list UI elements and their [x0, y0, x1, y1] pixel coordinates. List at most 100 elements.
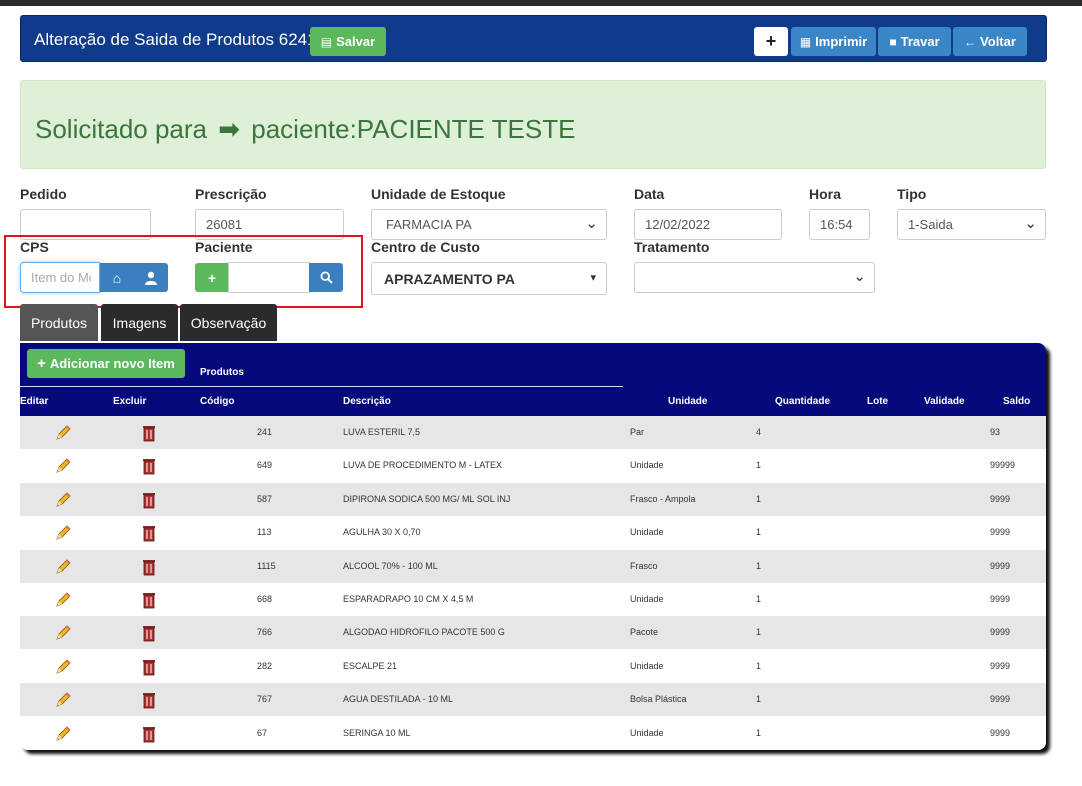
cell-unidade: Frasco - Ampola [630, 493, 696, 504]
patient-alert: Solicitado para ➡ paciente:PACIENTE TEST… [20, 80, 1046, 169]
col-saldo: Saldo [1003, 396, 1031, 407]
table-header: + Adicionar novo Item Produtos Editar Ex… [20, 343, 1046, 416]
pencil-icon [56, 492, 71, 507]
cell-quantidade: 1 [756, 493, 762, 504]
table-row: 767 AGUA DESTILADA - 10 ML Bolsa Plástica 1… [20, 683, 1046, 717]
cell-saldo: 9999 [990, 660, 1011, 671]
add-item-label: Adicionar novo Item [49, 356, 175, 371]
cps-label: CPS [20, 239, 49, 255]
cell-descricao: LUVA DE PROCEDIMENTO M - LATEX [343, 460, 503, 471]
add-patient-button[interactable]: + [195, 263, 229, 292]
date-input[interactable]: 12/02/2022 [634, 209, 782, 240]
cell-unidade: Bolsa Plástica [630, 694, 687, 705]
trash-icon [143, 593, 155, 609]
cell-unidade: Pacote [630, 627, 659, 638]
tratamento-select[interactable] [634, 262, 875, 293]
pencil-icon [56, 592, 71, 607]
back-button-label: Voltar [980, 34, 1016, 49]
arrow-left-icon: ← [964, 34, 977, 49]
cps-placeholder: Item do Mo [31, 270, 91, 285]
cell-descricao: SERINGA 10 ML [343, 727, 411, 738]
tipo-value: 1-Saida [908, 217, 953, 232]
cell-saldo: 9999 [990, 493, 1011, 504]
tipo-label: Tipo [897, 186, 927, 202]
plus-icon: + [765, 31, 777, 51]
pedido-label: Pedido [20, 186, 67, 202]
pencil-icon [56, 659, 71, 674]
browser-top-bar [0, 0, 1082, 6]
cell-quantidade: 1 [756, 594, 762, 604]
col-unidade: Unidade [668, 396, 708, 407]
cell-saldo: 9999 [990, 694, 1011, 705]
products-section-title: Produtos [200, 367, 244, 378]
table-row: 668 ESPARADRAPO 10 CM X 4,5 M Unidade 1 9999 [20, 583, 1046, 616]
cell-quantidade: 1 [756, 660, 762, 671]
table-row: 282 ESCALPE 21 Unidade 1 9999 [20, 649, 1046, 683]
lock-button-label: Travar [900, 34, 940, 49]
table-row: 113 AGULHA 30 X 0,70 Unidade 1 9999 [20, 516, 1046, 550]
printer-icon: ▦ [799, 34, 812, 49]
back-button[interactable]: ← Voltar [953, 27, 1027, 56]
centro-custo-select[interactable]: APRAZAMENTO PA [371, 262, 607, 295]
paciente-input[interactable] [228, 262, 310, 293]
cell-descricao: AGULHA 30 X 0,70 [343, 527, 421, 538]
centro-custo-value: APRAZAMENTO PA [384, 270, 515, 287]
alert-message: Solicitado para ➡ paciente:PACIENTE TEST… [35, 114, 575, 145]
cell-quantidade: 4 [756, 427, 762, 437]
unidade-estoque-select[interactable]: FARMACIA PA [371, 209, 607, 240]
paciente-label: Paciente [195, 239, 253, 255]
cell-unidade: Par [630, 427, 645, 437]
save-icon: ▤ [320, 34, 333, 49]
table-row: 587 DIPIRONA SODICA 500 MG/ ML SOL INJ Fra… [20, 482, 1046, 516]
cell-quantidade: 1 [756, 527, 762, 538]
cell-saldo: 9999 [990, 627, 1011, 638]
cell-descricao: ESCALPE 21 [343, 660, 398, 671]
cell-descricao: LUVA ESTERIL 7,5 [343, 427, 421, 437]
pencil-icon [56, 525, 71, 540]
col-codigo: Código [200, 396, 235, 407]
search-icon [319, 271, 333, 284]
pencil-icon [56, 726, 71, 741]
tab-observacao[interactable]: Observação [180, 304, 277, 341]
cell-descricao: ESPARADRAPO 10 CM X 4,5 M [343, 594, 474, 604]
alert-prefix: Solicitado para [35, 114, 207, 144]
tipo-select[interactable]: 1-Saida [897, 209, 1046, 240]
save-button-label: Salvar [336, 34, 376, 49]
products-panel: + Adicionar novo Item Produtos Editar Ex… [20, 343, 1046, 750]
table-row: 1115 ALCOOL 70% - 100 ML Frasco 1 9999 [20, 549, 1046, 583]
arrow-right-icon: ➡ [218, 114, 241, 144]
lock-button[interactable]: ■ Travar [878, 27, 951, 56]
user-button[interactable] [134, 263, 168, 292]
trash-icon [143, 559, 155, 575]
cell-descricao: ALGODAO HIDROFILO PACOTE 500 G [343, 627, 505, 638]
unidade-estoque-value: FARMACIA PA [386, 217, 472, 232]
print-button[interactable]: ▦ Imprimir [791, 27, 876, 56]
trash-icon [143, 426, 155, 442]
cell-unidade: Unidade [630, 660, 664, 671]
add-item-button[interactable]: + Adicionar novo Item [27, 349, 185, 378]
cell-codigo: 1115 [257, 560, 276, 571]
trash-icon [143, 492, 155, 509]
col-validade: Validade [924, 396, 965, 407]
prescricao-label: Prescrição [195, 186, 267, 202]
search-patient-button[interactable] [309, 263, 343, 292]
cell-unidade: Frasco [630, 560, 658, 571]
cell-unidade: Unidade [630, 527, 664, 538]
save-button[interactable]: ▤ Salvar [310, 27, 386, 56]
tratamento-label: Tratamento [634, 239, 710, 255]
cell-codigo: 767 [257, 694, 273, 705]
trash-icon [143, 626, 155, 642]
time-input[interactable]: 16:54 [809, 209, 870, 240]
table-row: 649 LUVA DE PROCEDIMENTO M - LATEX Unidade… [20, 449, 1046, 483]
hora-label: Hora [809, 186, 841, 202]
add-button[interactable]: + [754, 27, 788, 56]
col-descricao: Descrição [343, 396, 391, 407]
print-button-label: Imprimir [815, 34, 868, 49]
table-row: 67 SERINGA 10 ML Unidade 1 9999 [20, 716, 1046, 750]
col-editar: Editar [20, 396, 49, 407]
cps-input[interactable]: Item do Mo [20, 262, 100, 293]
inbox-button[interactable]: ⌂ [100, 263, 134, 292]
page-title: Alteração de Saida de Produtos 6241 [34, 30, 317, 49]
tab-imagens[interactable]: Imagens [101, 304, 178, 341]
tab-produtos[interactable]: Produtos [20, 304, 98, 341]
